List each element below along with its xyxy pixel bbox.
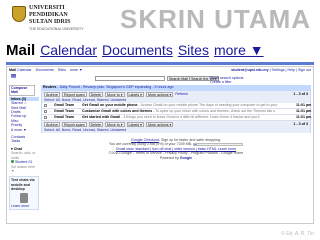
nav-divider <box>6 62 314 65</box>
message-subject: Get Gmail on your mobile phone - Access … <box>82 103 296 107</box>
topbar-mail[interactable]: Mail <box>9 68 16 72</box>
archive-button[interactable]: Archive <box>44 92 60 97</box>
message-range: 1 - 3 of 3 <box>293 122 308 127</box>
mobile-chat-promo: Text chats via mobile and desktop Learn … <box>9 176 39 210</box>
labels-dropdown[interactable]: Labels ▾ <box>126 122 144 127</box>
chat-contact-name: Student 01 <box>15 160 33 165</box>
google-wordmark: Google <box>179 155 193 160</box>
message-sender: Gmail Team <box>54 103 75 108</box>
gmail-footer: Google Checkout- Sign up for faster and … <box>41 138 311 160</box>
chat-search-input[interactable]: Search, add, or invite <box>9 151 39 160</box>
select-links-bottom[interactable]: Select: All, None, Read, Unread, Starred… <box>41 128 311 133</box>
message-snippet: - 4 things you need to know Gmail is a l… <box>120 115 260 120</box>
topbar-sites[interactable]: Sites <box>58 68 66 72</box>
more-actions-dropdown[interactable]: More actions ▾ <box>145 92 174 97</box>
message-time: 11:01 pm <box>296 109 312 114</box>
message-subject-text: Get started with Gmail <box>82 115 121 120</box>
message-subject-text: Customize Gmail with colors and themes <box>82 109 153 114</box>
delete-button[interactable]: Delete <box>88 122 103 127</box>
settings-link[interactable]: Settings <box>272 68 285 72</box>
compose-button[interactable]: Compose Mail <box>9 85 35 96</box>
nav-sites[interactable]: Sites <box>178 42 209 58</box>
promo-learn-more-link[interactable]: Learn more <box>11 204 37 208</box>
nav-more[interactable]: more ▼ <box>214 42 264 58</box>
archive-button[interactable]: Archive <box>44 122 60 127</box>
powered-by-text: Powered by <box>159 155 179 160</box>
create-filter-link[interactable]: Create a filter <box>210 80 232 84</box>
delete-button[interactable]: Delete <box>88 92 103 97</box>
help-link[interactable]: Help <box>287 68 294 72</box>
large-nav-bar: Mail Calendar Documents Sites more ▼ <box>6 42 264 62</box>
inbox-toolbar-bottom: Archive Report spam Delete Move to ▾ Lab… <box>41 121 311 128</box>
storage-bar-fill <box>193 143 197 145</box>
message-sender: Gmail Team <box>54 109 75 114</box>
nav-calendar[interactable]: Calendar <box>40 42 97 58</box>
report-spam-button[interactable]: Report spam <box>61 122 87 127</box>
logo-line-3: SULTAN IDRIS <box>29 19 71 25</box>
message-list: ☆ Gmail Team Get Gmail on your mobile ph… <box>41 103 311 121</box>
phone-icon <box>20 192 28 203</box>
search-row: ✉ Search Mail Search the Web Show search… <box>9 74 311 84</box>
more-actions-dropdown[interactable]: More actions ▾ <box>145 122 174 127</box>
message-range: 1 - 3 of 3 <box>293 92 308 97</box>
inbox-toolbar: Archive Report spam Delete Move to ▾ Lab… <box>41 91 311 98</box>
message-snippet: - Access Gmail on your mobile phone The … <box>137 103 278 108</box>
search-input[interactable] <box>95 76 165 81</box>
move-to-dropdown[interactable]: Move to ▾ <box>104 92 125 97</box>
topbar-calendar[interactable]: Calendar <box>17 68 32 72</box>
refresh-link[interactable]: Refresh <box>175 92 188 96</box>
logo-line-2: PENDIDIKAN <box>29 12 68 18</box>
message-sender: Gmail Team <box>54 115 75 120</box>
search-mail-button[interactable]: Search Mail <box>167 76 190 81</box>
logo-line-1: UNIVERSITI <box>29 5 65 11</box>
web-clip-text: Daily Pursuit - Revamp plan: Singapore's… <box>59 85 174 89</box>
report-spam-button[interactable]: Report spam <box>61 92 87 97</box>
message-checkbox[interactable] <box>44 110 47 113</box>
gmail-topbar: Mail Calendar Documents Sites more ▼ stu… <box>9 68 311 72</box>
checkout-text: - Sign up for faster and safer shopping. <box>158 138 221 142</box>
nav-documents[interactable]: Documents <box>102 42 173 58</box>
gmail-screenshot: Mail Calendar Documents Sites more ▼ stu… <box>6 66 314 224</box>
online-status-icon <box>11 160 14 164</box>
message-subject: Get started with Gmail - 4 things you ne… <box>82 115 296 119</box>
set-status-dropdown[interactable]: Set status here ▼ <box>9 165 39 174</box>
message-subject-text: Get Gmail on your mobile phone <box>82 103 138 108</box>
university-logo: UNIVERSITI PENDIDIKAN SULTAN IDRIS THE E… <box>12 2 90 40</box>
slide-title: SKRIN UTAMA <box>120 4 312 34</box>
move-to-dropdown[interactable]: Move to ▾ <box>104 122 125 127</box>
gmail-sidebar: Compose Mail Inbox (3) Starred ☆ Sent Ma… <box>9 85 39 210</box>
message-checkbox[interactable] <box>44 116 47 119</box>
powered-by: Powered by Google <box>41 156 311 160</box>
google-checkout-link[interactable]: Google Checkout <box>131 138 159 142</box>
crest-icon <box>12 6 26 22</box>
web-clip-source: Reuters <box>43 85 57 89</box>
message-checkbox[interactable] <box>44 104 47 107</box>
inbox-panel: Reuters - Daily Pursuit - Revamp plan: S… <box>41 85 311 221</box>
slide-header: UNIVERSITI PENDIDIKAN SULTAN IDRIS THE E… <box>0 0 320 42</box>
message-subject: Customize Gmail with colors and themes -… <box>82 109 296 113</box>
nav-mail[interactable]: Mail <box>6 42 35 59</box>
storage-bar <box>192 142 243 146</box>
message-time: 11:01 pm <box>296 115 312 120</box>
slide-copyright: © Ed. A. R. Tin <box>281 231 314 237</box>
account-email: student@upsi.edu.my <box>231 68 269 72</box>
labels-dropdown[interactable]: Labels ▾ <box>126 92 144 97</box>
message-snippet: - To spice up your inbox with colors and… <box>152 109 276 114</box>
gmail-logo: ✉ <box>11 74 17 80</box>
promo-title: Text chats via mobile and desktop <box>11 178 35 192</box>
message-time: 11:01 pm <box>296 103 312 108</box>
topbar-more[interactable]: more ▼ <box>70 68 83 72</box>
signout-link[interactable]: Sign out <box>298 68 311 72</box>
logo-subtitle: THE EDUCATIONAL UNIVERSITY <box>29 27 84 31</box>
topbar-documents[interactable]: Documents <box>36 68 54 72</box>
storage-usage-text: You are currently using 0 MB (0%) of you… <box>109 142 192 147</box>
